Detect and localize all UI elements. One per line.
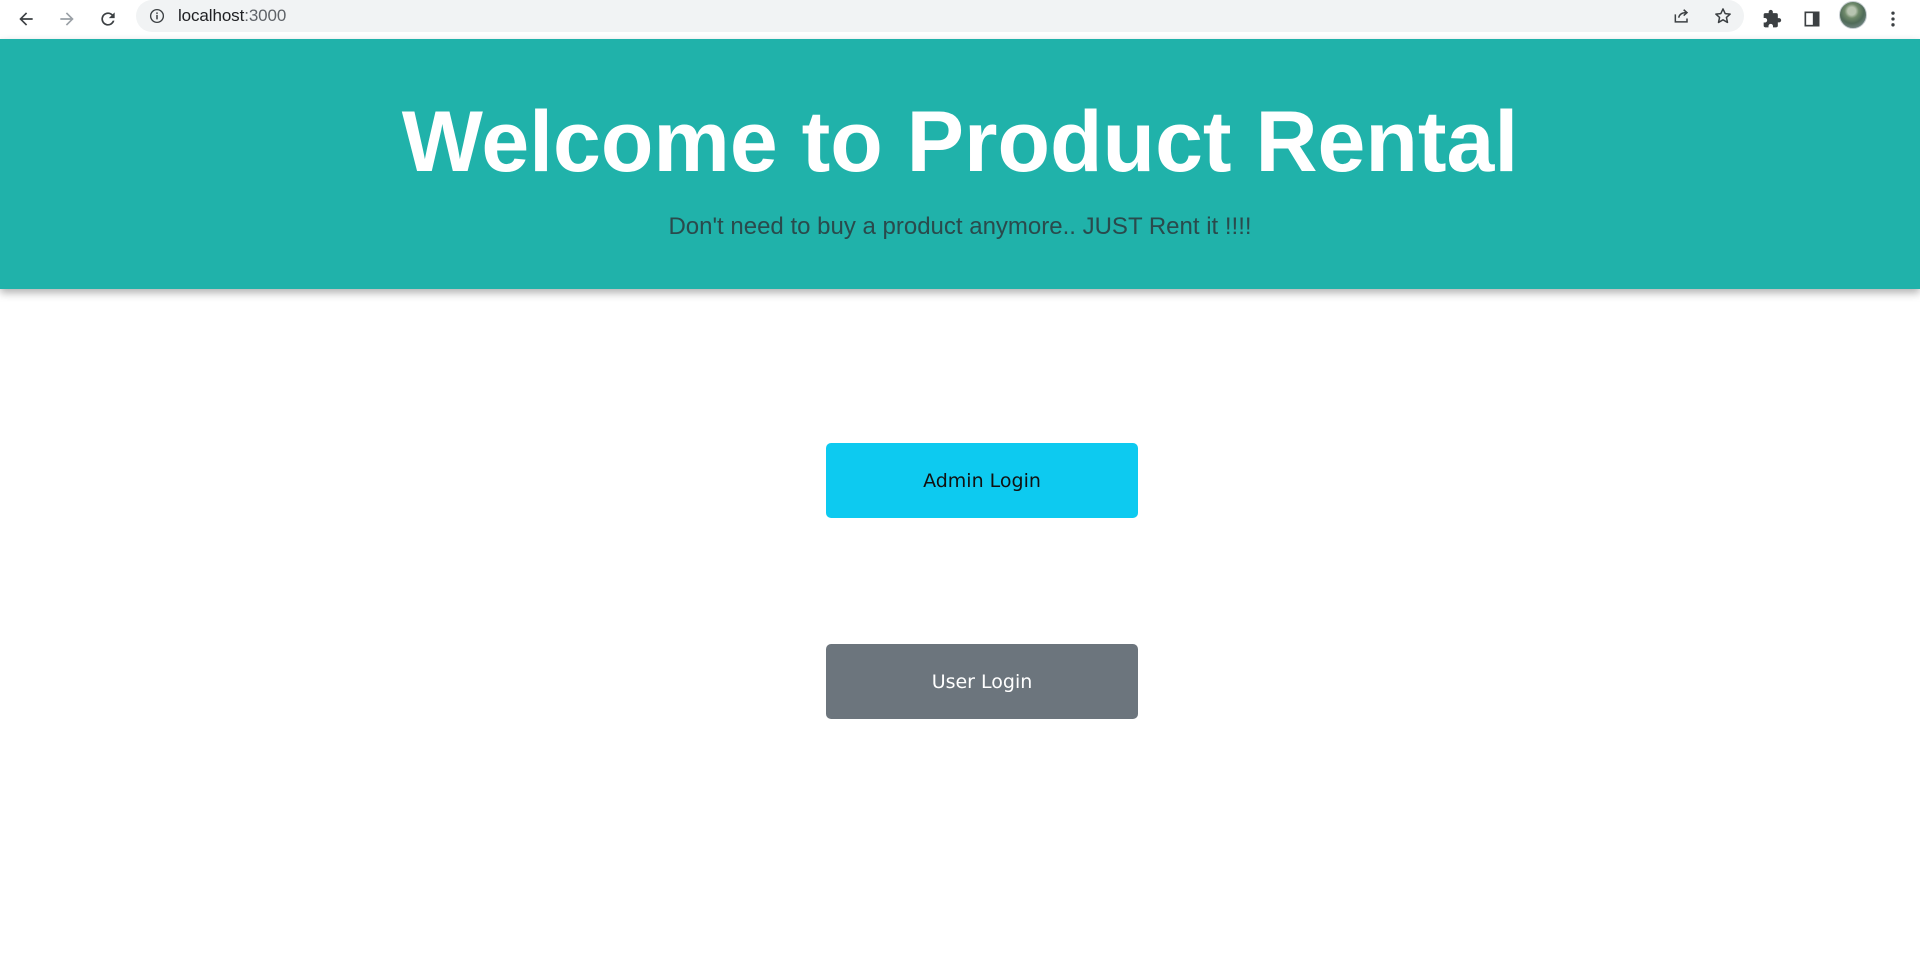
reload-icon (101, 12, 115, 26)
puzzle-icon (1763, 9, 1782, 28)
chrome-menu-button[interactable] (1878, 4, 1908, 34)
page-title: Welcome to Product Rental (401, 94, 1519, 190)
hero-banner: Welcome to Product Rental Don't need to … (0, 39, 1920, 289)
url-text[interactable]: localhost:3000 (178, 6, 286, 26)
avatar[interactable] (1839, 1, 1867, 29)
extensions-button[interactable] (1757, 4, 1787, 34)
browser-toolbar: localhost:3000 (0, 0, 1920, 39)
reload-button[interactable] (92, 3, 124, 35)
info-icon[interactable] (148, 7, 166, 25)
forward-arrow-icon (60, 12, 74, 26)
page-subtitle: Don't need to buy a product anymore.. JU… (668, 213, 1252, 240)
user-login-button[interactable]: User Login (826, 644, 1138, 719)
back-arrow-icon (19, 12, 33, 26)
share-button[interactable] (1671, 5, 1693, 27)
url-port: :3000 (244, 6, 287, 25)
side-panel-button[interactable] (1797, 4, 1827, 34)
star-icon (1715, 8, 1731, 24)
share-icon (1674, 9, 1689, 23)
back-button[interactable] (10, 3, 42, 35)
forward-button[interactable] (51, 3, 83, 35)
url-host: localhost (178, 6, 245, 25)
side-panel-icon (1804, 11, 1820, 27)
address-bar[interactable]: localhost:3000 (136, 0, 1744, 32)
admin-login-button[interactable]: Admin Login (826, 443, 1138, 518)
kebab-menu-icon (1891, 11, 1895, 27)
bookmark-button[interactable] (1712, 5, 1734, 27)
